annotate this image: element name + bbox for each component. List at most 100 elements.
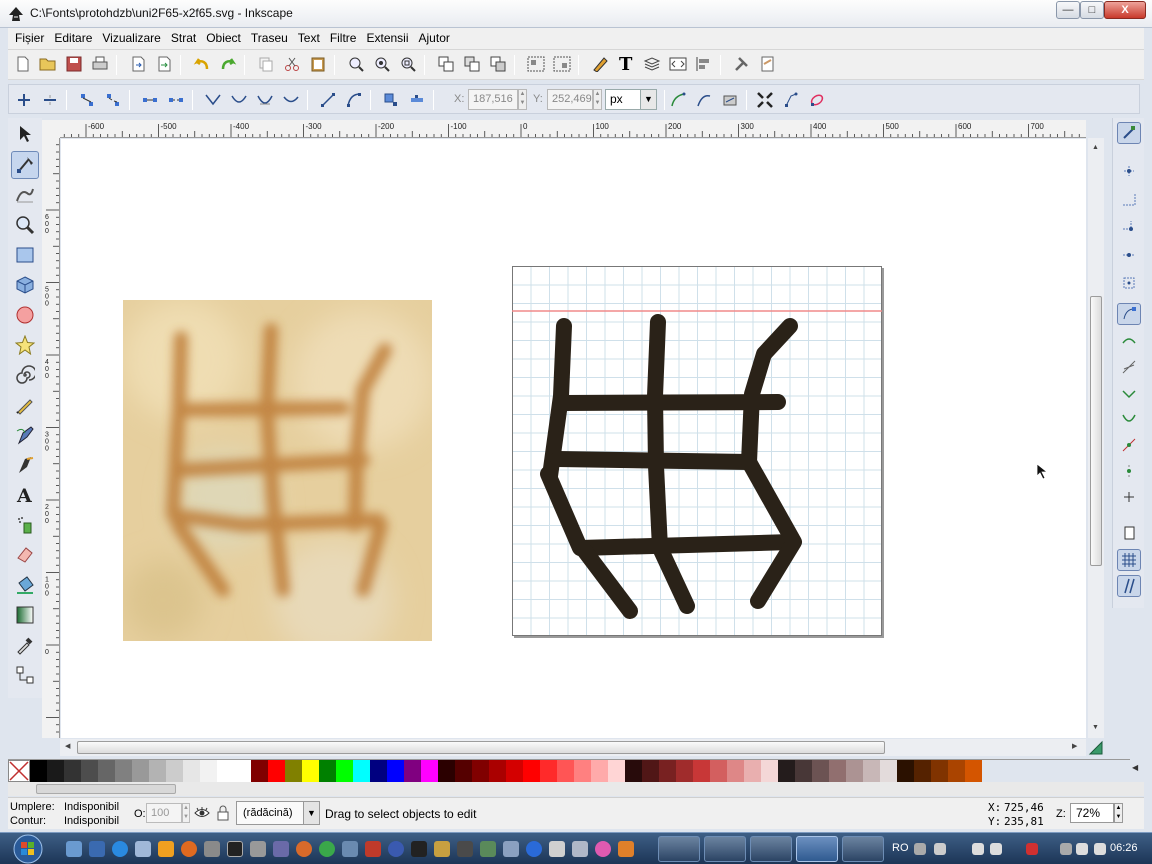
menu-view[interactable]: Vizualizare: [97, 28, 165, 49]
taskbar-task-button[interactable]: [750, 836, 792, 862]
color-swatch[interactable]: [710, 760, 727, 782]
smooth-node-icon[interactable]: [228, 89, 250, 111]
x-coordinate-input[interactable]: 187,516: [468, 89, 518, 110]
tray-icon[interactable]: [934, 843, 946, 855]
color-swatch[interactable]: [200, 760, 217, 782]
import-icon[interactable]: [127, 53, 149, 75]
color-swatch[interactable]: [676, 760, 693, 782]
color-swatch[interactable]: [353, 760, 370, 782]
color-swatch[interactable]: [489, 760, 506, 782]
minimize-button[interactable]: —: [1056, 1, 1080, 19]
clone-icon[interactable]: [461, 53, 483, 75]
taskbar-task-button[interactable]: [704, 836, 746, 862]
snap-bbox-edges-icon[interactable]: [1117, 188, 1141, 210]
cut-icon[interactable]: [281, 53, 303, 75]
color-swatch[interactable]: [370, 760, 387, 782]
horizontal-scroll-thumb[interactable]: [77, 741, 885, 754]
color-swatch[interactable]: [829, 760, 846, 782]
color-swatch[interactable]: [319, 760, 336, 782]
glyph-stroke-middle-bar[interactable]: [550, 451, 757, 470]
zoom-input[interactable]: 72%: [1070, 803, 1114, 823]
snap-midpoints-icon[interactable]: [1117, 434, 1141, 456]
snap-intersections-icon[interactable]: [1117, 356, 1141, 378]
color-swatch[interactable]: [914, 760, 931, 782]
app-icon[interactable]: [549, 841, 565, 857]
reference-bitmap-image[interactable]: [123, 300, 432, 641]
snap-guides-icon[interactable]: [1117, 575, 1141, 597]
palette-scrollbar[interactable]: [8, 782, 1144, 796]
internet-explorer-icon[interactable]: [112, 841, 128, 857]
color-swatch[interactable]: [268, 760, 285, 782]
firefox-icon[interactable]: [181, 841, 197, 857]
mask-edit-icon[interactable]: [719, 89, 741, 111]
color-swatch[interactable]: [761, 760, 778, 782]
menu-help[interactable]: Ajutor: [414, 28, 455, 49]
color-swatch[interactable]: [336, 760, 353, 782]
transform-handles-icon[interactable]: [754, 89, 776, 111]
paint-bucket-tool-icon[interactable]: [11, 571, 39, 599]
ungroup-icon[interactable]: [551, 53, 573, 75]
paste-icon[interactable]: [307, 53, 329, 75]
pencil-tool-icon[interactable]: [11, 391, 39, 419]
toggle-lock-icon[interactable]: [217, 805, 229, 821]
delete-node-icon[interactable]: [39, 89, 61, 111]
text-font-icon[interactable]: T: [615, 53, 637, 75]
new-document-icon[interactable]: [12, 53, 34, 75]
show-desktop-icon[interactable]: [66, 841, 82, 857]
color-swatch[interactable]: [183, 760, 200, 782]
tray-icon[interactable]: [972, 843, 984, 855]
color-swatch[interactable]: [659, 760, 676, 782]
snap-rotation-centers-icon[interactable]: [1117, 486, 1141, 508]
3d-box-tool-icon[interactable]: [11, 271, 39, 299]
start-button-icon[interactable]: [6, 833, 52, 864]
dropper-tool-icon[interactable]: [11, 631, 39, 659]
vertical-scroll-thumb[interactable]: [1090, 296, 1102, 566]
color-swatch[interactable]: [693, 760, 710, 782]
node-tool-icon[interactable]: [11, 151, 39, 179]
clip-path-icon[interactable]: [693, 89, 715, 111]
app-icon[interactable]: [296, 841, 312, 857]
object-to-path-icon[interactable]: [380, 89, 402, 111]
app-icon[interactable]: [388, 841, 404, 857]
app-icon[interactable]: [503, 841, 519, 857]
fill-stroke-icon[interactable]: [589, 53, 611, 75]
menu-extensions[interactable]: Extensii: [361, 28, 413, 49]
menu-layer[interactable]: Strat: [166, 28, 201, 49]
color-swatch[interactable]: [846, 760, 863, 782]
glyph-stroke-top-bar[interactable]: [556, 394, 786, 411]
group-icon[interactable]: [525, 53, 547, 75]
document-properties-icon[interactable]: [757, 53, 779, 75]
next-path-effect-icon[interactable]: [667, 89, 689, 111]
spray-tool-icon[interactable]: [11, 511, 39, 539]
save-icon[interactable]: [63, 53, 85, 75]
snap-paths-icon[interactable]: [1117, 330, 1141, 352]
inkscape-icon[interactable]: [411, 841, 427, 857]
delete-segment-icon[interactable]: [165, 89, 187, 111]
toggle-visibility-eye-icon[interactable]: [194, 806, 210, 820]
tray-icon[interactable]: [990, 843, 1002, 855]
open-folder-icon[interactable]: [37, 53, 59, 75]
color-swatch[interactable]: [931, 760, 948, 782]
scroll-up-icon[interactable]: ▲: [1092, 144, 1099, 151]
no-paint-swatch[interactable]: [8, 760, 30, 782]
x-spin-button[interactable]: ▲ ▼: [518, 89, 527, 110]
tray-clock[interactable]: 06:26: [1110, 842, 1138, 854]
zoom-spin-button[interactable]: ▲ ▼: [1114, 803, 1123, 823]
color-swatch[interactable]: [166, 760, 183, 782]
snap-bbox-centers-icon[interactable]: [1117, 272, 1141, 294]
unit-select[interactable]: px ▼: [605, 89, 657, 110]
command-prompt-icon[interactable]: [227, 841, 243, 857]
snap-object-centers-icon[interactable]: [1117, 460, 1141, 482]
color-swatch[interactable]: [217, 760, 234, 782]
snap-page-border-icon[interactable]: [1117, 522, 1141, 544]
color-swatch[interactable]: [591, 760, 608, 782]
current-layer-select[interactable]: (rădăcină) ▼: [236, 801, 320, 825]
color-swatch[interactable]: [880, 760, 897, 782]
opacity-spin-button[interactable]: ▲ ▼: [182, 803, 190, 823]
glyph-stroke-left-leg[interactable]: [576, 542, 638, 619]
duplicate-icon[interactable]: [435, 53, 457, 75]
maximize-button[interactable]: □: [1080, 1, 1104, 19]
app-icon[interactable]: [342, 841, 358, 857]
color-swatch[interactable]: [438, 760, 455, 782]
tool-icon[interactable]: [204, 841, 220, 857]
